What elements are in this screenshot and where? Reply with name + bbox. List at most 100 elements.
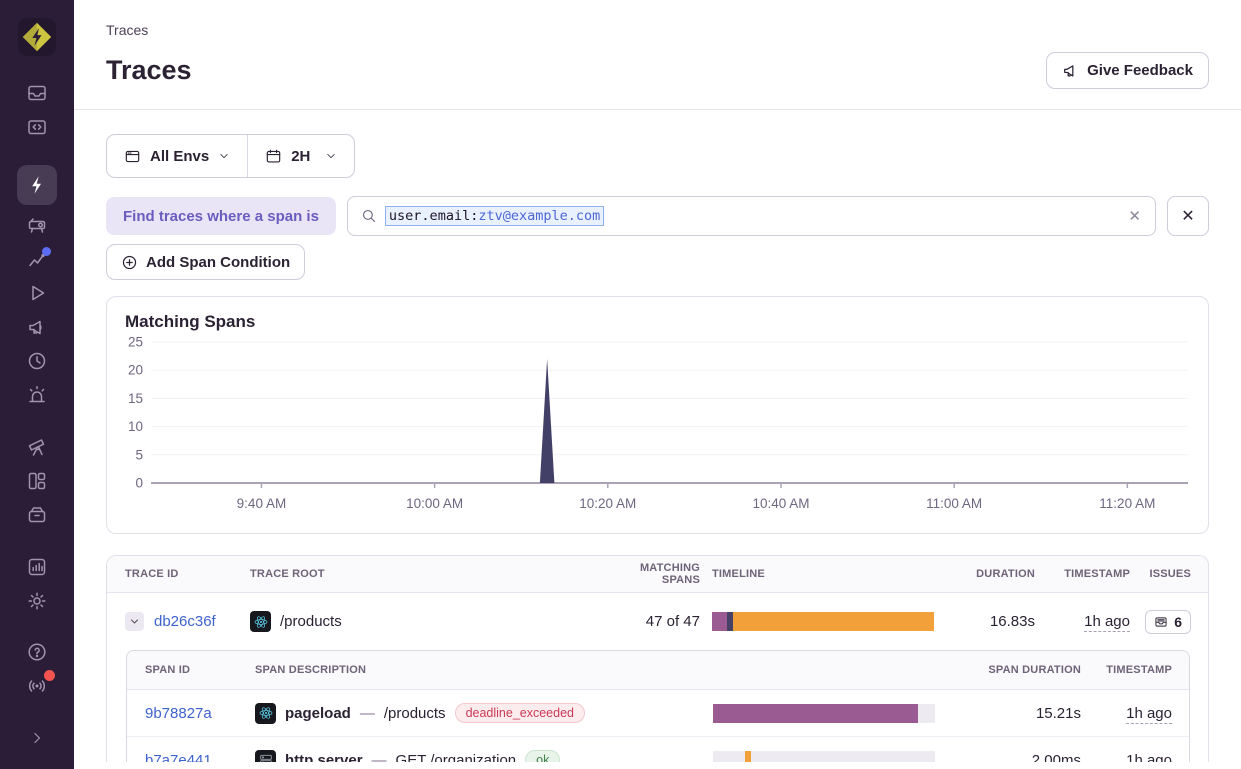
telescope-icon	[26, 436, 48, 458]
trace-timeline-bar[interactable]	[712, 612, 934, 631]
sidebar-item-dashboards[interactable]	[17, 464, 57, 498]
span-timestamp[interactable]: 1h ago	[1126, 752, 1172, 763]
span-table-header: Span ID Span Description Span Duration T…	[127, 651, 1189, 690]
trace-row: db26c36f /products 47 of 47 16	[107, 593, 1208, 650]
span-search-input[interactable]: user.email:ztv@example.com ✕	[347, 196, 1156, 236]
matching-spans-count: 47 of 47	[613, 613, 700, 630]
chevron-down-icon	[325, 150, 337, 162]
plus-circle-icon	[121, 254, 138, 271]
span-duration: 2.00ms	[935, 752, 1081, 763]
megaphone-icon	[26, 316, 48, 338]
sidebar-item-history[interactable]	[17, 344, 57, 378]
notification-dot	[44, 670, 55, 681]
col-issues: Issues	[1130, 568, 1191, 580]
span-description[interactable]: /products	[384, 705, 446, 722]
span-status-badge: ok	[525, 750, 560, 762]
sidebar-collapse-toggle[interactable]	[17, 721, 57, 755]
server-platform-icon	[255, 750, 276, 763]
org-logo[interactable]	[18, 18, 56, 56]
add-span-condition-button[interactable]: Add Span Condition	[106, 244, 305, 280]
siren-icon	[26, 384, 48, 406]
trace-issues-button[interactable]: 6	[1145, 610, 1191, 634]
span-status-badge: deadline_exceeded	[455, 703, 585, 723]
span-description[interactable]: GET /organization	[396, 752, 517, 763]
sidebar-item-stats[interactable]	[17, 550, 57, 584]
remove-condition-button[interactable]: ✕	[1167, 196, 1209, 236]
time-range-filter[interactable]: 2H	[247, 135, 354, 177]
sidebar-item-help[interactable]	[17, 635, 57, 669]
span-row: 9b78827a pageload — /products	[127, 690, 1189, 737]
page-title: Traces	[106, 55, 192, 86]
megaphone-icon	[1062, 62, 1079, 79]
span-duration: 15.21s	[935, 705, 1081, 722]
svg-text:10:40 AM: 10:40 AM	[752, 496, 809, 511]
projector-icon	[26, 214, 48, 236]
chevron-down-icon	[129, 616, 140, 627]
svg-text:11:20 AM: 11:20 AM	[1099, 496, 1155, 511]
search-icon	[361, 208, 377, 224]
lightning-icon	[26, 174, 48, 196]
col-span-timestamp: Timestamp	[1081, 664, 1172, 676]
archive-box-icon	[26, 504, 48, 526]
breadcrumb[interactable]: Traces	[106, 22, 1209, 38]
clear-search-icon[interactable]: ✕	[1128, 207, 1141, 225]
span-timeline-bar[interactable]	[713, 704, 935, 723]
gear-icon	[26, 590, 48, 612]
query-key: user.email:	[389, 208, 478, 224]
span-id-link[interactable]: b7a7e441	[145, 752, 212, 763]
span-timeline-bar[interactable]	[713, 751, 935, 763]
sidebar-item-whats-new[interactable]	[17, 669, 57, 703]
span-timestamp[interactable]: 1h ago	[1126, 705, 1172, 724]
page-filter-bar: All Envs 2H	[106, 134, 355, 178]
inbox-issues-icon	[26, 82, 48, 104]
collapse-row-button[interactable]	[125, 612, 144, 631]
col-matching-spans: Matching Spans	[613, 562, 700, 586]
svg-text:10:00 AM: 10:00 AM	[406, 496, 463, 511]
environment-filter[interactable]: All Envs	[107, 135, 247, 177]
sidebar	[0, 0, 74, 769]
sidebar-item-replays[interactable]	[17, 276, 57, 310]
span-op: pageload	[285, 705, 351, 722]
sidebar-item-releases[interactable]	[17, 498, 57, 532]
sidebar-item-insights[interactable]	[17, 208, 57, 242]
query-value: ztv@example.com	[478, 208, 600, 224]
sidebar-item-issues[interactable]	[17, 76, 57, 110]
window-icon	[124, 148, 141, 165]
sidebar-item-settings[interactable]	[17, 584, 57, 618]
main-content: Traces Traces Give Feedback All Envs	[74, 0, 1241, 762]
trace-timestamp[interactable]: 1h ago	[1084, 613, 1130, 632]
span-condition-row: Find traces where a span is user.email:z…	[106, 196, 1209, 236]
play-icon	[26, 282, 48, 304]
sidebar-item-feedback[interactable]	[17, 310, 57, 344]
give-feedback-button[interactable]: Give Feedback	[1046, 52, 1209, 89]
condition-prefix-label: Find traces where a span is	[106, 197, 336, 235]
page-header: Traces Traces Give Feedback	[74, 0, 1241, 110]
calendar-icon	[265, 148, 282, 165]
sidebar-item-metrics[interactable]	[17, 242, 57, 276]
svg-text:10: 10	[128, 419, 143, 434]
time-range-filter-label: 2H	[291, 148, 310, 165]
col-span-duration: Span Duration	[935, 664, 1081, 676]
trace-table: Trace ID Trace Root Matching Spans Timel…	[106, 555, 1209, 762]
trace-id-link[interactable]: db26c36f	[154, 613, 216, 630]
matching-spans-card: Matching Spans 05101520259:40 AM10:00 AM…	[106, 296, 1209, 534]
trace-root-label[interactable]: /products	[280, 613, 342, 630]
trace-table-header: Trace ID Trace Root Matching Spans Timel…	[107, 556, 1208, 593]
span-table: Span ID Span Description Span Duration T…	[126, 650, 1190, 762]
expand-chevron-icon	[28, 729, 46, 747]
help-icon	[26, 641, 48, 663]
span-op: http.server	[285, 752, 363, 763]
svg-text:0: 0	[135, 476, 143, 491]
bar-stats-icon	[26, 556, 48, 578]
sidebar-item-discover[interactable]	[17, 430, 57, 464]
search-query-token[interactable]: user.email:ztv@example.com	[385, 206, 604, 226]
code-folder-icon	[26, 116, 48, 138]
sidebar-item-alerts[interactable]	[17, 378, 57, 412]
span-id-link[interactable]: 9b78827a	[145, 705, 212, 722]
sidebar-item-traces[interactable]	[17, 165, 57, 205]
svg-text:9:40 AM: 9:40 AM	[237, 496, 287, 511]
environment-filter-label: All Envs	[150, 148, 209, 165]
col-timeline: Timeline	[700, 568, 945, 580]
svg-text:15: 15	[128, 391, 143, 406]
sidebar-item-projects[interactable]	[17, 110, 57, 144]
